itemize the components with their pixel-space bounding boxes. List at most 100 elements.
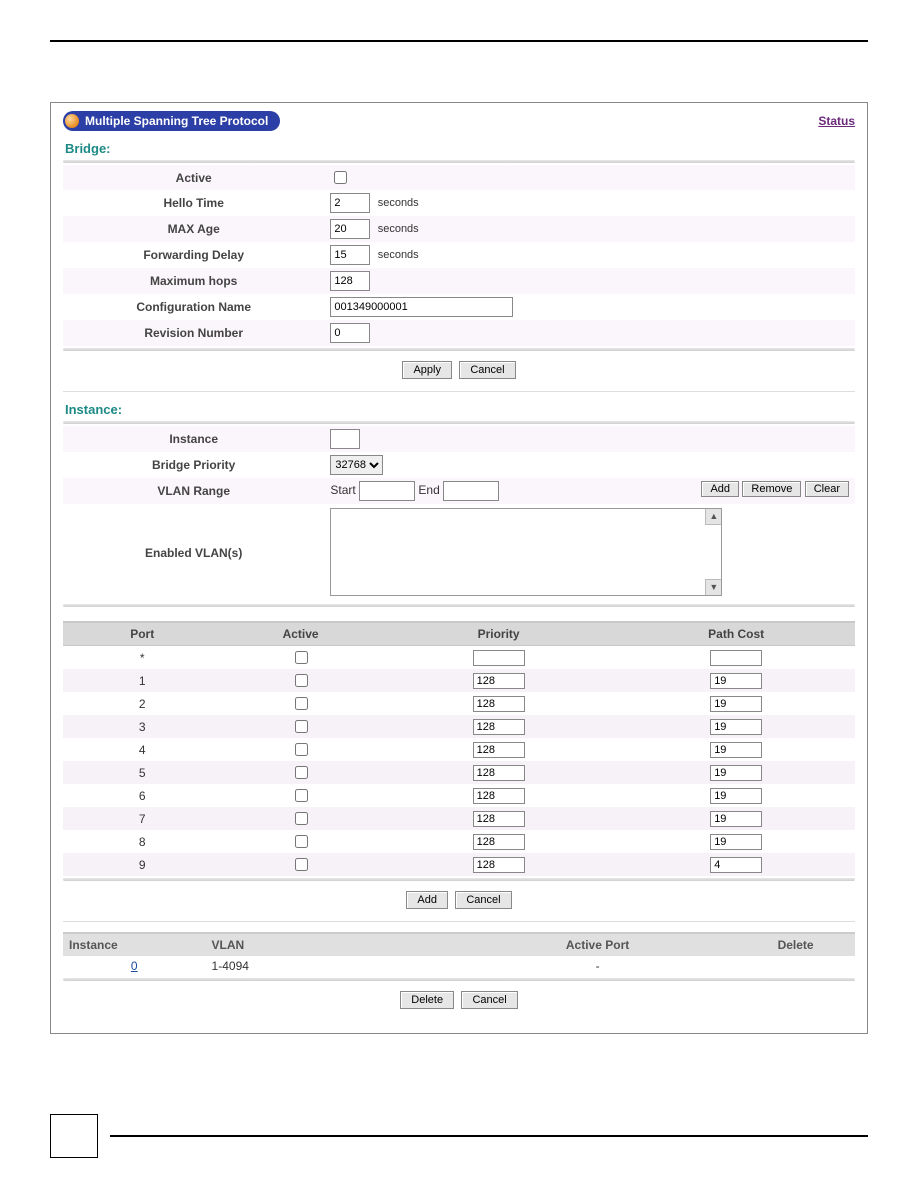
- config-name-input[interactable]: [330, 297, 513, 317]
- table-row: 7: [63, 807, 855, 830]
- instance-link[interactable]: 0: [131, 959, 138, 973]
- vlan-end-input[interactable]: [443, 481, 499, 501]
- max-age-unit: seconds: [378, 223, 419, 235]
- title-pill: Multiple Spanning Tree Protocol: [63, 111, 280, 131]
- port-pathcost-input[interactable]: [710, 788, 762, 804]
- revision-number-label: Revision Number: [63, 320, 324, 346]
- scroll-up-icon[interactable]: ▲: [705, 509, 721, 525]
- apply-button[interactable]: Apply: [402, 361, 452, 379]
- vlan-start-input[interactable]: [359, 481, 415, 501]
- table-row: 9: [63, 853, 855, 876]
- port-active-checkbox[interactable]: [295, 674, 308, 687]
- port-number: 8: [63, 830, 221, 853]
- port-number: 9: [63, 853, 221, 876]
- port-priority-input[interactable]: [473, 673, 525, 689]
- delete-button[interactable]: Delete: [400, 991, 454, 1009]
- port-pathcost-input[interactable]: [710, 719, 762, 735]
- max-hops-label: Maximum hops: [63, 268, 324, 294]
- port-priority-input[interactable]: [473, 811, 525, 827]
- max-age-input[interactable]: [330, 219, 370, 239]
- port-pathcost-input[interactable]: [710, 742, 762, 758]
- port-number: 7: [63, 807, 221, 830]
- port-active-checkbox[interactable]: [295, 835, 308, 848]
- table-row: 2: [63, 692, 855, 715]
- active-label: Active: [63, 165, 324, 190]
- instance-cancel-button[interactable]: Cancel: [455, 891, 511, 909]
- port-active-checkbox[interactable]: [295, 720, 308, 733]
- port-pathcost-input[interactable]: [710, 673, 762, 689]
- status-link[interactable]: Status: [818, 114, 855, 128]
- port-pathcost-input[interactable]: [710, 765, 762, 781]
- port-number: 6: [63, 784, 221, 807]
- active-checkbox[interactable]: [334, 171, 347, 184]
- summary-delete-cell: [736, 956, 855, 976]
- divider: [63, 978, 855, 981]
- vlan-add-button[interactable]: Add: [701, 481, 739, 497]
- page-footer: [50, 1114, 868, 1158]
- divider: [63, 348, 855, 351]
- port-priority-input[interactable]: [473, 742, 525, 758]
- table-row: 6: [63, 784, 855, 807]
- scroll-down-icon[interactable]: ▼: [705, 579, 721, 595]
- port-number: 3: [63, 715, 221, 738]
- bridge-priority-label: Bridge Priority: [63, 452, 324, 478]
- col-vlan: VLAN: [206, 933, 459, 956]
- port-active-checkbox[interactable]: [295, 812, 308, 825]
- port-number: 5: [63, 761, 221, 784]
- vlan-start-label: Start: [330, 483, 355, 497]
- port-number: *: [63, 646, 221, 670]
- max-hops-input[interactable]: [330, 271, 370, 291]
- bridge-heading: Bridge:: [65, 141, 855, 156]
- port-pathcost-input[interactable]: [710, 834, 762, 850]
- vlan-remove-button[interactable]: Remove: [742, 481, 801, 497]
- port-active-checkbox[interactable]: [295, 743, 308, 756]
- port-active-checkbox[interactable]: [295, 789, 308, 802]
- port-priority-input[interactable]: [473, 834, 525, 850]
- bullet-icon: [65, 114, 79, 128]
- col-path-cost: Path Cost: [617, 622, 855, 646]
- table-row: 8: [63, 830, 855, 853]
- port-pathcost-input[interactable]: [710, 811, 762, 827]
- revision-number-input[interactable]: [330, 323, 370, 343]
- port-active-checkbox[interactable]: [295, 697, 308, 710]
- col-port: Port: [63, 622, 221, 646]
- mstp-config-panel: Multiple Spanning Tree Protocol Status B…: [50, 102, 868, 1034]
- table-row: 3: [63, 715, 855, 738]
- summary-vlan: 1-4094: [206, 956, 459, 976]
- port-priority-input[interactable]: [473, 788, 525, 804]
- titlebar: Multiple Spanning Tree Protocol Status: [63, 111, 855, 131]
- port-number: 4: [63, 738, 221, 761]
- port-active-checkbox[interactable]: [295, 651, 308, 664]
- port-active-checkbox[interactable]: [295, 766, 308, 779]
- bridge-priority-select[interactable]: 32768: [330, 455, 383, 475]
- page-title: Multiple Spanning Tree Protocol: [85, 114, 268, 128]
- port-priority-input[interactable]: [473, 719, 525, 735]
- cancel-button[interactable]: Cancel: [459, 361, 515, 379]
- enabled-vlans-listbox[interactable]: ▲ ▼: [330, 508, 722, 596]
- page-number-box: [50, 1114, 98, 1158]
- port-priority-input[interactable]: [473, 857, 525, 873]
- enabled-vlans-label: Enabled VLAN(s): [63, 504, 324, 602]
- max-age-label: MAX Age: [63, 216, 324, 242]
- divider: [63, 160, 855, 163]
- divider: [63, 604, 855, 607]
- table-row: 5: [63, 761, 855, 784]
- port-active-checkbox[interactable]: [295, 858, 308, 871]
- port-pathcost-input[interactable]: [710, 650, 762, 666]
- table-row: 4: [63, 738, 855, 761]
- vlan-clear-button[interactable]: Clear: [805, 481, 849, 497]
- cancel-button[interactable]: Cancel: [461, 991, 517, 1009]
- port-pathcost-input[interactable]: [710, 696, 762, 712]
- port-priority-input[interactable]: [473, 650, 525, 666]
- port-pathcost-input[interactable]: [710, 857, 762, 873]
- port-priority-input[interactable]: [473, 765, 525, 781]
- port-priority-input[interactable]: [473, 696, 525, 712]
- hello-time-input[interactable]: [330, 193, 370, 213]
- port-number: 1: [63, 669, 221, 692]
- summary-table: Instance VLAN Active Port Delete 0 1-409…: [63, 932, 855, 976]
- table-row: 1: [63, 669, 855, 692]
- instance-add-button[interactable]: Add: [406, 891, 448, 909]
- instance-input[interactable]: [330, 429, 360, 449]
- forwarding-delay-input[interactable]: [330, 245, 370, 265]
- col-priority: Priority: [380, 622, 618, 646]
